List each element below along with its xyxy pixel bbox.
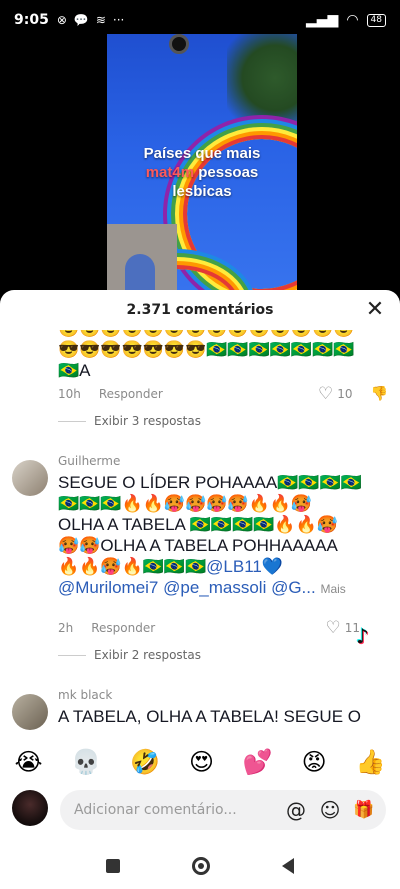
view-replies-button[interactable]: Exibir 2 respostas xyxy=(58,648,201,662)
tiktok-logo-icon[interactable]: ♪ xyxy=(356,624,384,654)
comment-text-line: @Murilomei7 @pe_massoli @G... Mais xyxy=(58,577,388,600)
comment-text-segment: 🔥🔥🥵🔥🇧🇷🇧🇷🇧🇷 xyxy=(58,557,207,576)
heart-icon: ♡ xyxy=(325,618,341,638)
xbox-icon: ⊗ xyxy=(56,13,67,27)
comment-text-line: 😎😎😎😎😎😎😎😎😎😎😎😎😎😎 xyxy=(58,330,388,339)
like-button[interactable]: ♡ 10 xyxy=(318,384,353,404)
caption-line-2: mat4m pessoas xyxy=(107,163,297,182)
comment-text-line: SEGUE O LÍDER POHAAAA🇧🇷🇧🇷🇧🇷🇧🇷 xyxy=(58,473,362,492)
tree-foliage xyxy=(227,34,297,144)
battery-icon: 48 xyxy=(366,13,386,27)
view-replies-button[interactable]: Exibir 3 respostas xyxy=(58,414,201,428)
more-dots-icon: ··· xyxy=(112,13,125,27)
heart-icon: ♡ xyxy=(318,384,334,404)
dislike-icon[interactable]: 👎 xyxy=(371,386,388,402)
emoji-crying[interactable]: 😭 xyxy=(14,748,42,776)
emoji-thumbs-up[interactable]: 👍 xyxy=(356,748,386,776)
comment-meta: 2h Responder ♡ 11 xyxy=(58,618,388,638)
like-button[interactable]: ♡ 11 xyxy=(325,618,360,638)
emoji-quick-bar: 😭 💀 🤣 😍 💕 😡 👍 xyxy=(0,742,400,782)
status-time: 9:05 xyxy=(14,12,49,28)
comment-text-line: 🥵🥵OLHA A TABELA POHHAAAAA xyxy=(58,536,338,555)
emoji-heart-eyes[interactable]: 😍 xyxy=(189,748,214,776)
avatar[interactable] xyxy=(12,694,48,730)
comment-text-line: OLHA A TABELA 🇧🇷🇧🇷🇧🇷🇧🇷🔥🔥🥵 xyxy=(58,515,338,534)
notification-icons: ⊗ 💬 ≋ ··· xyxy=(57,13,125,27)
comment-text-line: 😎😎😎😎😎😎😎🇧🇷🇧🇷🇧🇷🇧🇷🇧🇷🇧🇷🇧🇷 xyxy=(58,340,355,359)
emoji-rofl[interactable]: 🤣 xyxy=(130,748,160,776)
video-caption: Países que mais mat4m pessoas lesbicas xyxy=(107,144,297,201)
comment-text-line: 🇧🇷🇧🇷🇧🇷🔥🔥🥵🥵🥵🥵🔥🔥🥵 xyxy=(58,494,313,513)
comment-username[interactable]: Guilherme xyxy=(58,454,120,468)
street-lamp xyxy=(169,34,189,54)
comment-time: 2h xyxy=(58,621,74,635)
home-button[interactable] xyxy=(192,856,210,875)
comments-sheet: 2.371 comentários ✕ 😎😎😎😎😎😎😎😎😎😎😎😎😎😎 😎😎😎😎😎… xyxy=(0,290,400,889)
chat-icon: 💬 xyxy=(73,13,89,27)
more-button[interactable]: Mais xyxy=(320,582,345,596)
wifi-icon: ◠ xyxy=(346,12,359,28)
back-button[interactable] xyxy=(282,857,294,874)
signal-icon: ▂▄▆ xyxy=(306,12,339,28)
comment-item: Guilherme SEGUE O LÍDER POHAAAA🇧🇷🇧🇷🇧🇷🇧🇷 … xyxy=(0,454,400,669)
comment-input-container[interactable]: @ ☺ 🎁 xyxy=(60,790,386,830)
replies-divider xyxy=(58,420,86,422)
user-avatar[interactable] xyxy=(12,790,48,826)
view-replies-label: Exibir 3 respostas xyxy=(94,414,201,428)
comment-username[interactable]: mk black xyxy=(58,688,112,702)
view-replies-label: Exibir 2 respostas xyxy=(94,648,201,662)
layers-icon: ≋ xyxy=(95,13,106,27)
comment-time: 10h xyxy=(58,387,81,401)
gift-icon[interactable]: 🎁 xyxy=(352,798,376,822)
comment-meta: 10h Responder ♡ 10 👎 xyxy=(58,384,388,404)
like-count: 10 xyxy=(337,387,353,401)
caption-line-3: lesbicas xyxy=(172,183,232,200)
video-player[interactable]: Países que mais mat4m pessoas lesbicas xyxy=(107,34,297,290)
sheet-header: 2.371 comentários xyxy=(0,290,400,330)
comment-item: 😎😎😎😎😎😎😎😎😎😎😎😎😎😎 😎😎😎😎😎😎😎🇧🇷🇧🇷🇧🇷🇧🇷🇧🇷🇧🇷🇧🇷 🇧🇷A… xyxy=(0,330,400,468)
mention-link[interactable]: @LB11💙 xyxy=(206,557,283,576)
comment-text: 😎😎😎😎😎😎😎😎😎😎😎😎😎😎 😎😎😎😎😎😎😎🇧🇷🇧🇷🇧🇷🇧🇷🇧🇷🇧🇷🇧🇷 🇧🇷A xyxy=(58,330,388,381)
reply-button[interactable]: Responder xyxy=(91,621,155,635)
reply-button[interactable]: Responder xyxy=(99,387,163,401)
comment-input-row: @ ☺ 🎁 xyxy=(0,788,400,832)
mention-links[interactable]: @Murilomei7 @pe_massoli @G... xyxy=(58,578,316,597)
emoji-icon[interactable]: ☺ xyxy=(318,798,342,822)
comment-text: SEGUE O LÍDER POHAAAA🇧🇷🇧🇷🇧🇷🇧🇷 🇧🇷🇧🇷🇧🇷🔥🔥🥵🥵… xyxy=(58,472,388,600)
caption-line-2-rest: pessoas xyxy=(194,164,259,181)
comment-text-line: 🔥🔥🥵🔥🇧🇷🇧🇷🇧🇷@LB11💙 xyxy=(58,556,388,577)
system-nav-bar xyxy=(0,842,400,889)
comment-text-line: A TABELA, OLHA A TABELA! SEGUE O xyxy=(58,707,361,726)
caption-line-1: Países que mais xyxy=(143,145,261,162)
emoji-skull[interactable]: 💀 xyxy=(71,748,101,776)
comment-input[interactable] xyxy=(74,802,274,818)
avatar[interactable] xyxy=(12,460,48,496)
comments-list[interactable]: 😎😎😎😎😎😎😎😎😎😎😎😎😎😎 😎😎😎😎😎😎😎🇧🇷🇧🇷🇧🇷🇧🇷🇧🇷🇧🇷🇧🇷 🇧🇷A… xyxy=(0,330,400,730)
emoji-angry[interactable]: 😡 xyxy=(302,748,327,776)
mention-icon[interactable]: @ xyxy=(284,798,308,822)
arch-monument xyxy=(107,224,177,290)
recents-button[interactable] xyxy=(106,858,120,873)
comments-count-title: 2.371 comentários xyxy=(126,302,274,318)
comment-text-line: 🇧🇷A xyxy=(58,361,91,380)
close-icon[interactable]: ✕ xyxy=(364,299,386,321)
comment-item: mk black A TABELA, OLHA A TABELA! SEGUE … xyxy=(0,688,400,730)
comment-text: A TABELA, OLHA A TABELA! SEGUE O xyxy=(58,706,388,727)
emoji-two-hearts[interactable]: 💕 xyxy=(243,748,273,776)
replies-divider xyxy=(58,654,86,656)
caption-highlight: mat4m xyxy=(145,164,195,181)
